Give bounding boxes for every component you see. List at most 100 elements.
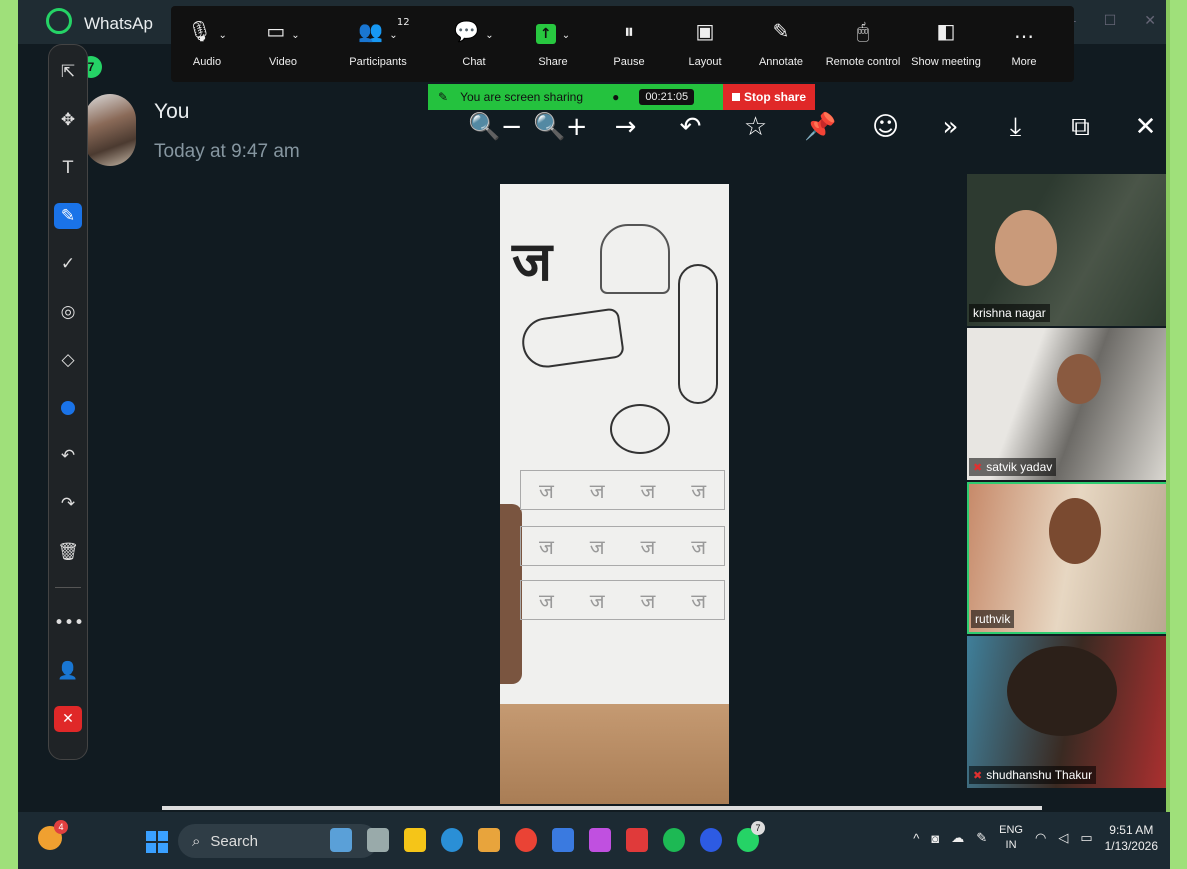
meeting-toolbar: 🎙 ⌄ Audio ▭ ⌄ Video 👥 12 ⌄ Participants 💬 ⌄ C… [171, 6, 1074, 82]
close-annotation-icon[interactable]: ✕ [54, 706, 82, 732]
participant-name-tag: ✖ shudhanshu Thakur [969, 766, 1097, 784]
reply-icon[interactable]: ↶ [658, 112, 723, 143]
file-explorer-icon[interactable] [404, 828, 426, 852]
download-icon[interactable]: ⤓ [983, 112, 1048, 143]
participant-tile[interactable]: ✖ satvik yadav [967, 328, 1166, 480]
pause-button[interactable]: ⏸ Pause [591, 16, 667, 68]
text-icon[interactable]: T [54, 155, 82, 181]
edge-icon[interactable] [441, 828, 463, 852]
screen-sharing-bar: ✎ You are screen sharing ● 00:21:05 Stop… [428, 84, 815, 110]
trace-letter: ज [640, 588, 656, 613]
sharing-status-text: You are screen sharing [460, 90, 584, 104]
color-picker-icon[interactable] [54, 395, 82, 421]
trash-icon[interactable]: 🗑 [54, 539, 82, 565]
chevron-up-icon[interactable]: ^ [913, 831, 919, 846]
pin-icon[interactable]: ✎ [438, 90, 448, 104]
whatsapp-icon[interactable]: 7 [737, 821, 765, 852]
pen-tray-icon[interactable]: ✎ [976, 830, 987, 846]
chat-icon: 💬 [454, 19, 480, 43]
store-icon[interactable] [478, 828, 500, 852]
trace-letter: ज [589, 588, 605, 613]
wps-icon[interactable] [626, 828, 648, 852]
annotate-button[interactable]: ✎ Annotate [743, 16, 819, 68]
participant-name-tag: ruthvik [971, 610, 1015, 628]
share-button[interactable]: ↑ ⌄ Share [515, 16, 591, 68]
muted-mic-icon: ✖ [973, 461, 983, 474]
video-button[interactable]: ▭ ⌄ Video [243, 16, 323, 68]
start-icon[interactable] [146, 831, 168, 853]
open-external-icon[interactable]: ⧉ [1048, 112, 1113, 143]
stamp-check-icon[interactable]: ✓ [54, 251, 82, 277]
emoji-icon[interactable]: ☺ [853, 112, 918, 143]
clown-drawing [678, 264, 718, 404]
chevron-down-icon[interactable]: ⌄ [562, 30, 570, 41]
trace-row: जजजज [520, 470, 725, 510]
participant-tile[interactable]: krishna nagar [967, 174, 1166, 326]
spotify-icon[interactable] [663, 828, 685, 852]
app-tray-icon[interactable]: ◙ [931, 831, 939, 846]
app-icon[interactable] [552, 828, 574, 852]
worksheet-photo: ज ज ज ज ज ज ज ज ज ज ज ज ज [500, 184, 729, 804]
trace-letter: ज [640, 534, 656, 559]
participant-name: ruthvik [975, 612, 1011, 626]
participants-button[interactable]: 👥 12 ⌄ Participants [323, 16, 433, 68]
scrollbar[interactable] [162, 806, 1042, 810]
eraser-icon[interactable]: ◇ [54, 347, 82, 373]
pin-icon[interactable]: 📌 [788, 112, 853, 143]
redo-icon[interactable]: ↷ [54, 491, 82, 517]
pause-label: Pause [613, 56, 645, 68]
annotate-label: Annotate [758, 56, 804, 68]
remote-control-button[interactable]: 🖱 Remote control [819, 16, 907, 68]
volume-icon[interactable]: ◁ [1058, 830, 1068, 846]
participants-icon: 👥 [358, 19, 384, 43]
weather-icon[interactable]: 4 [38, 820, 68, 850]
share-timer[interactable]: 00:21:05 [639, 89, 695, 105]
video-camera-icon: ▭ [266, 19, 286, 43]
pen-icon[interactable]: ✎ [54, 203, 82, 229]
share-forward-icon[interactable]: » [918, 112, 983, 143]
cloud-icon[interactable]: ☁ [951, 830, 964, 846]
close-window-button[interactable]: ✕ [1144, 12, 1156, 29]
language-indicator[interactable]: ENG IN [999, 823, 1023, 853]
star-icon[interactable]: ☆ [723, 112, 788, 143]
layout-button[interactable]: ▣ Layout [667, 16, 743, 68]
clock-time: 9:51 AM [1109, 823, 1154, 837]
muted-mic-icon: ✖ [973, 769, 983, 782]
user-icon[interactable]: 👤 [54, 658, 82, 684]
sharing-status: ✎ You are screen sharing ● 00:21:05 [428, 84, 723, 110]
participant-tile[interactable]: ✖ shudhanshu Thakur [967, 636, 1166, 788]
chrome-icon[interactable] [515, 828, 537, 852]
clock[interactable]: 9:51 AM 1/13/2026 [1105, 822, 1158, 854]
more-button[interactable]: … More [985, 16, 1063, 68]
close-icon[interactable]: ✕ [1113, 112, 1166, 143]
news-app-icon[interactable] [330, 828, 352, 852]
chevron-down-icon[interactable]: ⌄ [485, 30, 493, 41]
participant-tile-active[interactable]: ruthvik [967, 482, 1166, 634]
share-icon: ↑ [535, 24, 556, 44]
task-view-icon[interactable] [367, 828, 389, 852]
undo-icon[interactable]: ↶ [54, 443, 82, 469]
chevron-down-icon[interactable]: ⌄ [219, 30, 227, 41]
zoom-out-icon[interactable]: 🔍− [463, 112, 528, 143]
zoom-in-icon[interactable]: 🔍+ [528, 112, 593, 143]
chevron-down-icon[interactable]: ⌄ [291, 30, 299, 41]
forward-arrow-icon[interactable]: → [593, 112, 658, 143]
select-icon[interactable]: ⇱ [54, 59, 82, 85]
battery-icon[interactable]: ▭ [1080, 830, 1092, 846]
chat-button[interactable]: 💬 ⌄ Chat [433, 16, 515, 68]
zoom-icon[interactable] [700, 828, 722, 852]
taskbar-apps: 7 [330, 821, 765, 852]
show-meeting-button[interactable]: ◧ Show meeting [907, 16, 985, 68]
maximize-button[interactable]: ☐ [1104, 12, 1117, 29]
wifi-icon[interactable]: ◠ [1035, 830, 1046, 846]
audio-button[interactable]: 🎙 ⌄ Audio [171, 16, 243, 68]
divider [55, 587, 81, 588]
avatar[interactable] [84, 94, 136, 166]
more-icon[interactable]: ••• [54, 610, 84, 636]
more-label: More [1011, 56, 1037, 68]
stop-share-button[interactable]: Stop share [723, 84, 815, 110]
spotlight-icon[interactable]: ◎ [54, 299, 82, 325]
copilot-icon[interactable] [589, 828, 611, 852]
screen-share-area: WhatsAp — ☐ ✕ 7 🎙⌄ Audio ▭⌄ Video 👥12⌄ P… [18, 0, 1170, 812]
move-icon[interactable]: ✥ [54, 107, 82, 133]
